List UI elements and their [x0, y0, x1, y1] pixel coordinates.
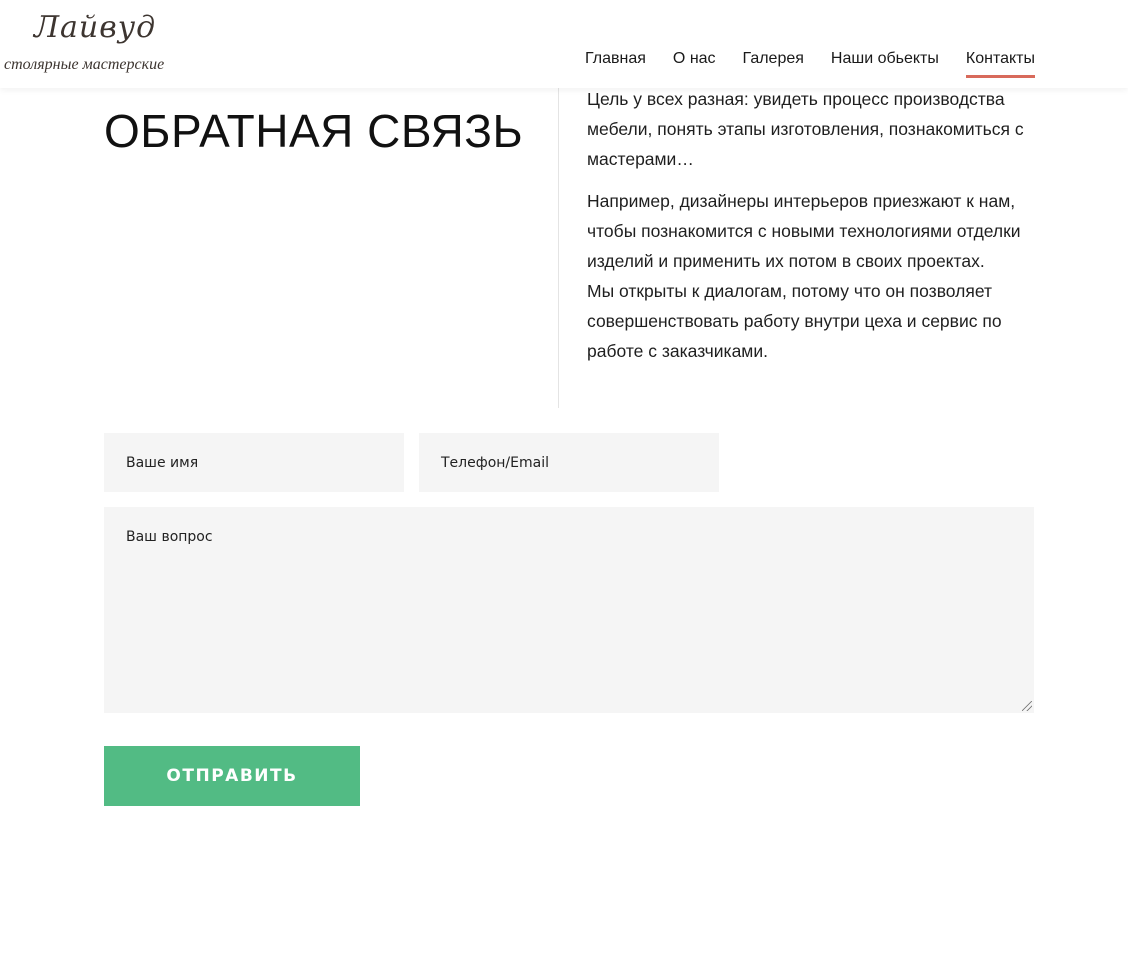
nav-item-about[interactable]: О нас	[673, 50, 716, 78]
logo-subtitle: столярные мастерские	[4, 56, 165, 73]
logo-script-text: Лайвуд	[34, 10, 157, 45]
nav-item-contacts[interactable]: Контакты	[965, 50, 1035, 78]
vertical-divider	[558, 88, 559, 408]
question-textarea[interactable]: Ваш вопрос	[104, 507, 1034, 713]
site-header: Лайвуд столярные мастерские Главная О на…	[0, 0, 1128, 88]
intro-paragraph: Например, дизайнеры интерьеров приезжают…	[587, 191, 1021, 271]
submit-button[interactable]: ОТПРАВИТЬ	[104, 746, 360, 806]
logo[interactable]: Лайвуд столярные мастерские	[4, 8, 184, 78]
name-input[interactable]: Ваше имя	[104, 433, 404, 492]
nav-item-gallery[interactable]: Галерея	[743, 50, 804, 78]
main-nav: Главная О нас Галерея Наши обьекты Конта…	[585, 50, 1035, 78]
nav-item-home[interactable]: Главная	[585, 50, 646, 78]
nav-item-objects[interactable]: Наши обьекты	[831, 50, 939, 78]
resize-handle-icon[interactable]	[1022, 701, 1032, 711]
intro-paragraph: Мы открыты к диалогам, потому что он поз…	[587, 281, 1002, 361]
page-title: ОБРАТНАЯ СВЯЗЬ	[104, 105, 524, 157]
intro-text: Цель у всех разная: увидеть процесс прои…	[587, 84, 1037, 378]
contact-placeholder: Телефон/Email	[441, 454, 549, 471]
question-placeholder: Ваш вопрос	[126, 529, 213, 545]
contact-input[interactable]: Телефон/Email	[419, 433, 719, 492]
name-placeholder: Ваше имя	[126, 454, 199, 471]
intro-paragraph: Цель у всех разная: увидеть процесс прои…	[587, 89, 1024, 169]
